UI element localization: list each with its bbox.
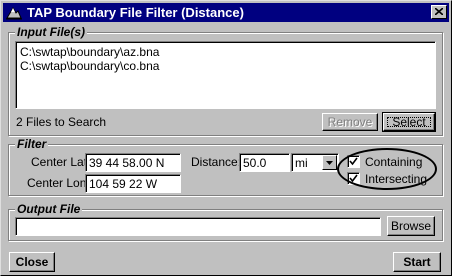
window-title: TAP Boundary File Filter (Distance) [27,5,244,20]
center-lon-value: 104 59 22 W [89,177,158,191]
center-lat-value: 39 44 58.00 N [89,156,165,170]
close-button[interactable]: Close [9,252,55,272]
dialog-window: TAP Boundary File Filter (Distance) Inpu… [0,0,452,276]
unit-dropdown-button[interactable] [322,155,337,170]
containing-label[interactable]: Containing [365,155,422,169]
distance-label: Distance: [191,155,242,169]
start-button[interactable]: Start [393,252,441,272]
file-list-item[interactable]: C:\swtap\boundary\co.bna [20,59,159,73]
distance-value: 50.0 [243,156,267,170]
intersecting-label[interactable]: Intersecting [365,172,427,186]
input-files-group: Input File(s) C:\swtap\boundary\az.bna C… [8,25,443,136]
filter-legend: Filter [15,137,49,151]
distance-input[interactable]: 50.0 [239,153,290,172]
check-icon [349,157,358,166]
unit-select[interactable]: mi [291,153,339,172]
files-count-status: 2 Files to Search [16,115,107,129]
output-file-input[interactable] [15,217,381,236]
check-icon [349,174,358,183]
intersecting-checkbox[interactable] [347,172,360,185]
center-lat-input[interactable]: 39 44 58.00 N [85,153,181,172]
file-list-item[interactable]: C:\swtap\boundary\az.bna [20,45,159,59]
select-button-label: Select [392,115,426,129]
title-bar[interactable]: TAP Boundary File Filter (Distance) [3,3,449,22]
tap-app-icon [6,5,22,20]
center-lat-label: Center Lat: [31,155,91,169]
input-files-legend: Input File(s) [15,25,87,39]
file-list[interactable]: C:\swtap\boundary\az.bna C:\swtap\bounda… [15,41,436,109]
filter-group: Filter Center Lat: 39 44 58.00 N Center … [8,137,443,196]
center-lon-input[interactable]: 104 59 22 W [85,174,181,193]
output-file-legend: Output File [15,202,83,216]
remove-button[interactable]: Remove [322,113,378,131]
containing-checkbox[interactable] [347,155,360,168]
chevron-down-icon [326,161,333,165]
center-lon-label: Center Lon: [27,176,90,190]
browse-button[interactable]: Browse [387,216,435,236]
unit-select-value: mi [295,156,308,170]
select-button[interactable]: Select [382,112,436,132]
close-icon [435,8,443,15]
output-file-group: Output File Browse [8,202,443,241]
title-close-button[interactable] [431,5,447,19]
